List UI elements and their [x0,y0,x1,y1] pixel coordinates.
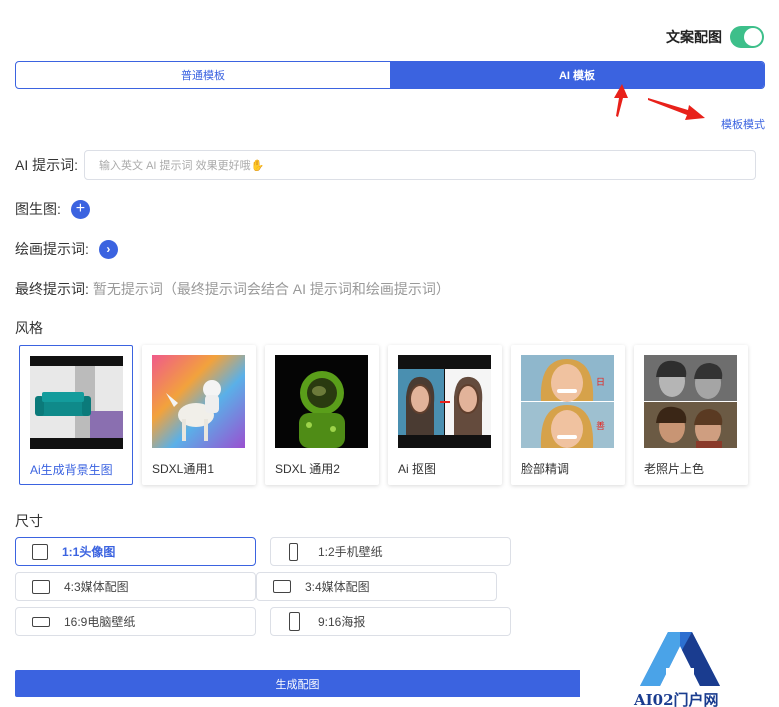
final-prompt-row: 最终提示词: 暂无提示词（最终提示词会结合 AI 提示词和绘画提示词） [15,279,450,299]
size-option-1-1[interactable]: 1:1头像图 [15,537,256,566]
portrait-phone-shape-icon [289,542,298,561]
style-card-sdxl-2[interactable]: SDXL 通用2 [265,345,379,485]
style-thumbnail [644,355,737,448]
img2img-label: 图生图: [15,201,61,217]
red-arrow-icon [648,98,705,120]
paint-prompt-label: 绘画提示词: [15,241,89,257]
widescreen-shape-icon [32,616,50,627]
tall-poster-shape-icon [289,612,300,631]
style-label: SDXL 通用2 [275,462,340,476]
style-thumbnail [398,355,491,448]
template-tabs: 普通模板 AI 模板 [15,61,765,89]
template-mode-link[interactable]: 模板模式 [721,116,765,132]
copy-image-toggle[interactable] [730,26,764,48]
chevron-right-icon[interactable]: › [98,239,118,259]
size-label: 4:3媒体配图 [64,580,129,594]
size-option-4-3[interactable]: 4:3媒体配图 [15,572,256,601]
style-label: 脸部精调 [521,462,570,476]
plus-icon[interactable]: + [70,199,90,219]
style-thumbnail [30,356,123,449]
size-option-1-2[interactable]: 1:2手机壁纸 [270,537,511,566]
landscape-shape-icon [32,579,50,594]
final-prompt-value: 暂无提示词（最终提示词会结合 AI 提示词和绘画提示词） [92,281,450,297]
style-label: SDXL通用1 [152,462,215,476]
style-section-title: 风格 [15,320,43,336]
style-label: 老照片上色 [644,462,705,476]
size-label: 16:9电脑壁纸 [64,615,136,629]
style-list: Ai生成背景生图 SDXL通用1 SDXL 通用2 Ai 抠图 日 善 脸部精调… [19,345,748,485]
size-option-16-9[interactable]: 16:9电脑壁纸 [15,607,256,636]
style-card-sdxl-1[interactable]: SDXL通用1 [142,345,256,485]
watermark-logo: AI02门户网 [630,632,730,707]
style-card-ai-cutout[interactable]: Ai 抠图 [388,345,502,485]
size-label: 3:4媒体配图 [305,580,370,594]
size-label: 1:1头像图 [62,545,116,559]
style-label: Ai生成背景生图 [30,463,113,477]
size-option-3-4[interactable]: 3:4媒体配图 [256,572,497,601]
style-card-ai-background[interactable]: Ai生成背景生图 [19,345,133,485]
style-label: Ai 抠图 [398,462,437,476]
style-card-face-refine[interactable]: 日 善 脸部精调 [511,345,625,485]
toggle-knob [744,28,762,46]
generate-image-button[interactable]: 生成配图 [15,670,580,697]
copy-image-toggle-row: 文案配图 [666,26,764,48]
style-thumbnail: 日 善 [521,355,614,448]
watermark-text: AI02门户网 [634,691,719,707]
tab-ai-template[interactable]: AI 模板 [390,62,764,88]
size-section-title: 尺寸 [15,513,43,529]
img2img-row: 图生图: + [15,199,90,219]
final-prompt-label: 最终提示词: [15,281,89,297]
red-arrow-icon [614,84,628,117]
ai-prompt-label: AI 提示词: [15,157,79,173]
ai-prompt-row: AI 提示词: 输入英文 AI 提示词 效果更好哦✋ [15,150,757,180]
style-card-photo-colorize[interactable]: 老照片上色 [634,345,748,485]
toggle-label: 文案配图 [666,29,722,45]
style-thumbnail [275,355,368,448]
tab-normal-template[interactable]: 普通模板 [16,62,390,88]
landscape-shape-icon [273,580,291,593]
style-thumbnail [152,355,245,448]
size-option-9-16[interactable]: 9:16海报 [270,607,511,636]
svg-text:善: 善 [596,420,605,432]
svg-text:日: 日 [596,377,605,388]
size-label: 9:16海报 [318,615,366,629]
ai-prompt-input[interactable]: 输入英文 AI 提示词 效果更好哦✋ [84,150,757,180]
square-shape-icon [32,543,48,560]
logo-icon [640,632,720,686]
size-label: 1:2手机壁纸 [318,545,383,559]
paint-prompt-row: 绘画提示词: › [15,239,118,259]
